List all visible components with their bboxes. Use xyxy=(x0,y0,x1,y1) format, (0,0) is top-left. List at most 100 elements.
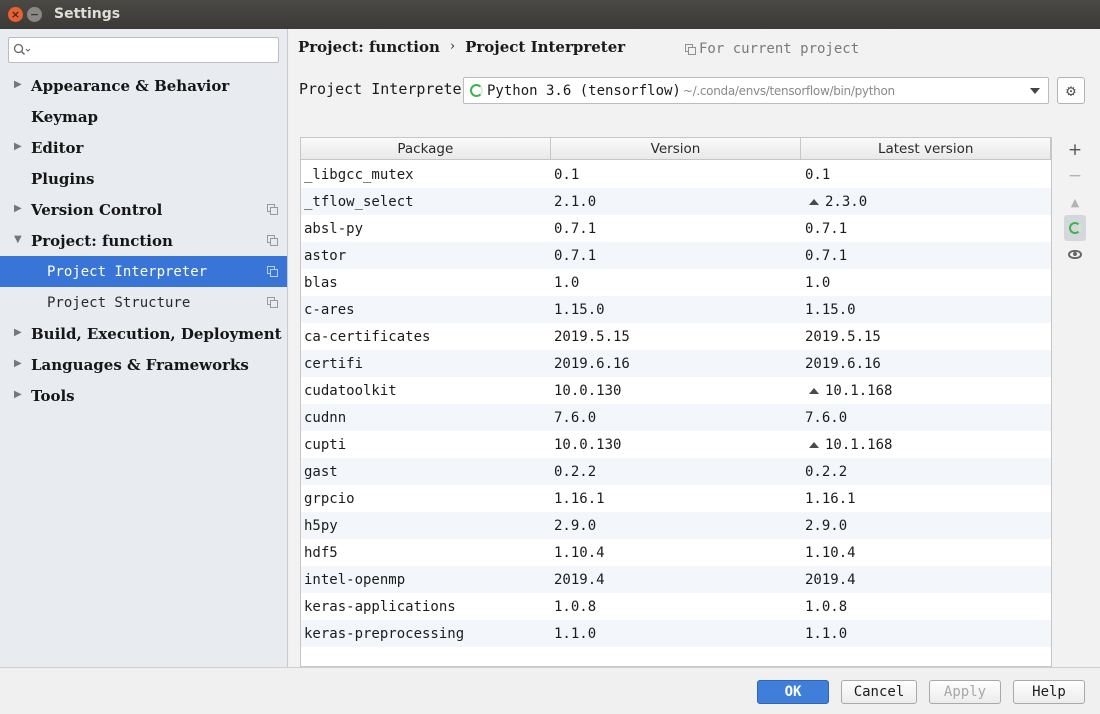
breadcrumb-page: Project Interpreter xyxy=(465,38,626,56)
latest-version-text: 1.15.0 xyxy=(805,301,856,318)
table-row[interactable]: certifi 2019.6.16 2019.6.16 xyxy=(301,350,1051,377)
latest-version-text: 1.0.8 xyxy=(805,598,848,615)
interpreter-settings-button[interactable]: ⚙ xyxy=(1057,77,1085,104)
sidebar-item-keymap[interactable]: Keymap xyxy=(0,101,287,132)
table-row[interactable]: c-ares 1.15.0 1.15.0 xyxy=(301,296,1051,323)
column-header-package[interactable]: Package xyxy=(301,138,551,159)
window-title: Settings xyxy=(54,6,121,22)
package-name-cell: c-ares xyxy=(304,301,355,318)
table-row[interactable]: absl-py 0.7.1 0.7.1 xyxy=(301,215,1051,242)
table-row[interactable]: _tflow_select 2.1.0 2.3.0 xyxy=(301,188,1051,215)
table-row[interactable]: ca-certificates 2019.5.15 2019.5.15 xyxy=(301,323,1051,350)
package-name-cell: _libgcc_mutex xyxy=(304,166,414,183)
sidebar-item-project-function[interactable]: ▼ Project: function xyxy=(0,225,287,256)
packages-toolbar: + − ▲ xyxy=(1064,137,1086,267)
ok-button[interactable]: OK xyxy=(757,680,829,704)
cancel-button[interactable]: Cancel xyxy=(841,680,917,704)
expand-arrow-right-icon[interactable]: ▶ xyxy=(14,358,22,369)
table-row[interactable]: gast 0.2.2 0.2.2 xyxy=(301,458,1051,485)
table-row[interactable]: keras-applications 1.0.8 1.0.8 xyxy=(301,593,1051,620)
table-row[interactable]: hdf5 1.10.4 1.10.4 xyxy=(301,539,1051,566)
dialog-button-bar: OK Cancel Apply Help xyxy=(0,667,1100,714)
interpreter-dropdown[interactable]: Python 3.6 (tensorflow) ~/.conda/envs/te… xyxy=(463,77,1049,104)
package-version-cell: 2019.5.15 xyxy=(554,328,630,345)
package-version-cell: 2019.6.16 xyxy=(554,355,630,372)
expand-arrow-right-icon[interactable]: ▶ xyxy=(14,79,22,90)
main-panel: Project: function › Project Interpreter … xyxy=(289,29,1100,667)
table-row[interactable]: keras-preprocessing 1.1.0 1.1.0 xyxy=(301,620,1051,647)
for-current-project-note: For current project xyxy=(685,41,859,57)
package-version-cell: 10.0.130 xyxy=(554,436,622,453)
latest-version-text: 1.0 xyxy=(805,274,831,291)
table-row[interactable]: cudnn 7.6.0 7.6.0 xyxy=(301,404,1051,431)
column-header-version[interactable]: Version xyxy=(551,138,802,159)
add-package-button[interactable]: + xyxy=(1064,137,1086,163)
package-name-cell: certifi xyxy=(304,355,364,372)
chevron-down-icon xyxy=(1030,88,1040,94)
remove-package-button[interactable]: − xyxy=(1064,163,1086,189)
table-row[interactable]: astor 0.7.1 0.7.1 xyxy=(301,242,1051,269)
interpreter-path: ~/.conda/envs/tensorflow/bin/python xyxy=(682,83,895,98)
sidebar-item-project-interpreter[interactable]: Project Interpreter xyxy=(0,256,287,287)
sidebar-item-label: Keymap xyxy=(31,107,99,126)
package-version-cell: 10.0.130 xyxy=(554,382,622,399)
package-version-cell: 1.0.8 xyxy=(554,598,597,615)
triangle-up-icon: ▲ xyxy=(1070,195,1080,209)
upgrade-package-button[interactable]: ▲ xyxy=(1064,189,1086,215)
table-row[interactable]: cudatoolkit 10.0.130 10.1.168 xyxy=(301,377,1051,404)
expand-arrow-right-icon[interactable]: ▶ xyxy=(14,389,22,400)
sidebar-item-languages-frameworks[interactable]: ▶ Languages & Frameworks xyxy=(0,349,287,380)
window-minimize-button[interactable]: − xyxy=(27,7,42,22)
package-version-cell: 0.7.1 xyxy=(554,220,597,237)
table-row[interactable]: intel-openmp 2019.4 2019.4 xyxy=(301,566,1051,593)
latest-version-cell: 0.7.1 xyxy=(802,221,1051,237)
sidebar-item-label: Plugins xyxy=(31,169,95,188)
sidebar-item-plugins[interactable]: Plugins xyxy=(0,163,287,194)
latest-version-cell: 1.1.0 xyxy=(802,626,1051,642)
sidebar-item-label: Project: function xyxy=(31,231,173,250)
expand-arrow-right-icon[interactable]: ▶ xyxy=(14,203,22,214)
help-button[interactable]: Help xyxy=(1013,680,1085,704)
interpreter-name: Python 3.6 (tensorflow) xyxy=(487,82,681,99)
sidebar-item-tools[interactable]: ▶ Tools xyxy=(0,380,287,411)
breadcrumb-separator: › xyxy=(449,39,456,54)
latest-version-cell: 7.6.0 xyxy=(802,410,1051,426)
expand-arrow-down-icon[interactable]: ▼ xyxy=(14,234,22,245)
package-version-cell: 0.1 xyxy=(554,166,580,183)
copy-icon xyxy=(267,204,278,215)
sidebar-item-editor[interactable]: ▶ Editor xyxy=(0,132,287,163)
search-input[interactable] xyxy=(8,37,279,63)
expand-arrow-right-icon[interactable]: ▶ xyxy=(14,141,22,152)
table-row[interactable]: cupti 10.0.130 10.1.168 xyxy=(301,431,1051,458)
table-row[interactable]: h5py 2.9.0 2.9.0 xyxy=(301,512,1051,539)
sidebar-item-appearance-behavior[interactable]: ▶ Appearance & Behavior xyxy=(0,70,287,101)
package-name-cell: ca-certificates xyxy=(304,328,431,345)
upgrade-available-icon xyxy=(809,387,819,394)
package-name-cell: hdf5 xyxy=(304,544,338,561)
show-early-releases-button[interactable] xyxy=(1064,241,1086,267)
window-close-button[interactable]: × xyxy=(8,7,23,22)
table-row[interactable]: grpcio 1.16.1 1.16.1 xyxy=(301,485,1051,512)
package-name-cell: keras-applications xyxy=(304,598,456,615)
project-scope-icon-wrap xyxy=(267,235,278,246)
package-version-cell: 1.16.1 xyxy=(554,490,605,507)
latest-version-cell: 1.10.4 xyxy=(802,545,1051,561)
refresh-button[interactable] xyxy=(1064,215,1086,241)
package-name-cell: blas xyxy=(304,274,338,291)
sidebar-item-project-structure[interactable]: Project Structure xyxy=(0,287,287,318)
expand-arrow-right-icon[interactable]: ▶ xyxy=(14,327,22,338)
column-header-latest-version[interactable]: Latest version xyxy=(801,138,1051,159)
apply-button[interactable]: Apply xyxy=(929,680,1001,704)
latest-version-text: 0.7.1 xyxy=(805,247,848,264)
copy-icon xyxy=(685,44,696,55)
table-row[interactable]: blas 1.0 1.0 xyxy=(301,269,1051,296)
sidebar-item-version-control[interactable]: ▶ Version Control xyxy=(0,194,287,225)
package-name-cell: gast xyxy=(304,463,338,480)
sidebar-item-label: Editor xyxy=(31,138,84,157)
sidebar-item-build-execution-deployment[interactable]: ▶ Build, Execution, Deployment xyxy=(0,318,287,349)
latest-version-text: 2.9.0 xyxy=(805,517,848,534)
table-row[interactable]: _libgcc_mutex 0.1 0.1 xyxy=(301,161,1051,188)
copy-icon xyxy=(267,266,278,277)
package-version-cell: 0.7.1 xyxy=(554,247,597,264)
latest-version-text: 1.16.1 xyxy=(805,490,856,507)
